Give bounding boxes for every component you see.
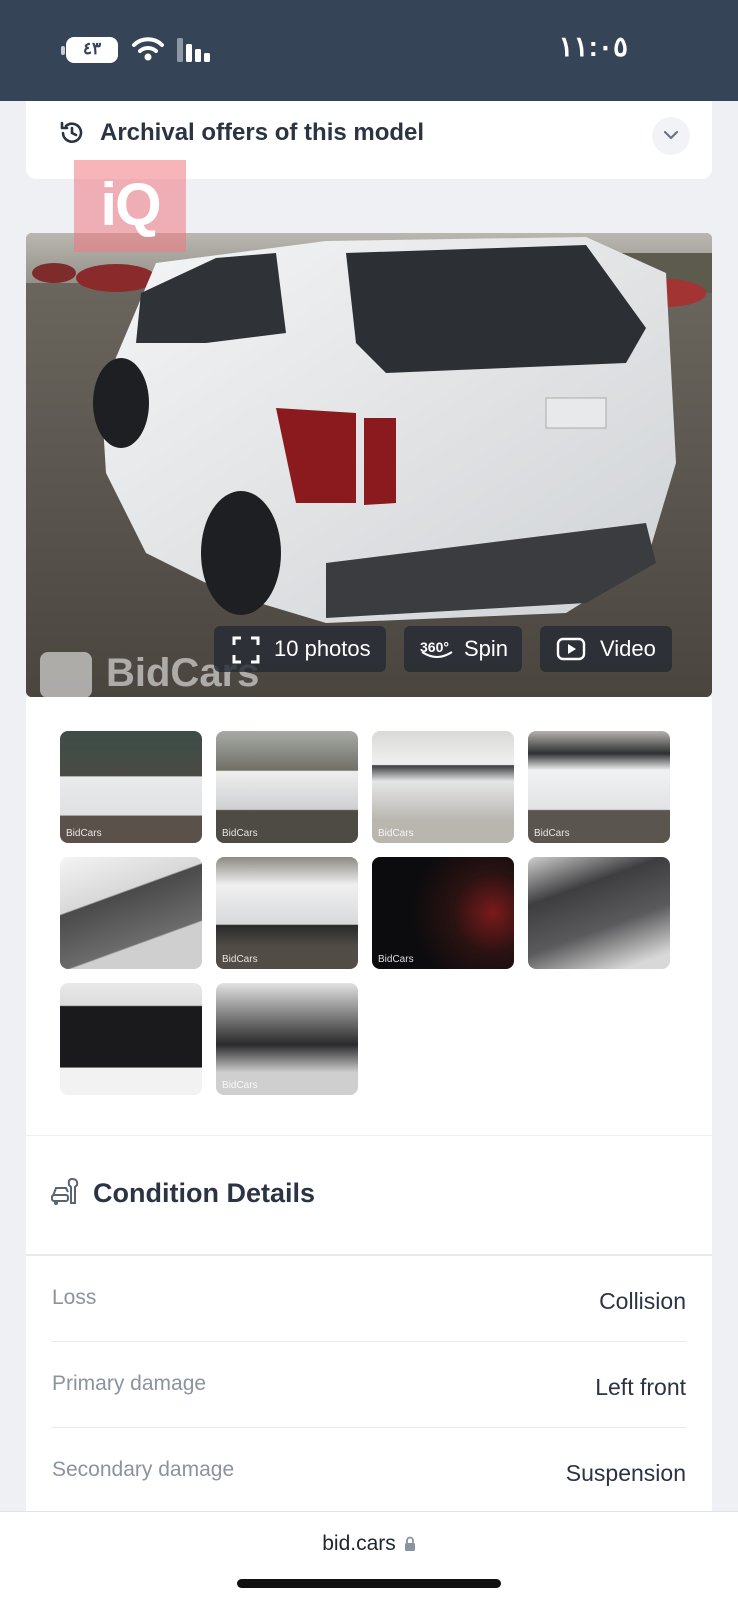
chevron-down-icon <box>663 130 679 140</box>
detail-label: Primary damage <box>52 1372 207 1395</box>
thumbnail-grid: BidCars BidCars BidCars BidCars BidCars … <box>26 697 712 1135</box>
detail-value: Suspension <box>565 1460 686 1486</box>
wifi-icon <box>132 37 164 61</box>
thumbnail[interactable]: BidCars <box>216 857 358 969</box>
thumbnail[interactable] <box>60 983 202 1095</box>
condition-details-title: Condition Details <box>93 1178 315 1208</box>
video-button[interactable]: Video <box>540 626 672 672</box>
url-text: bid.cars <box>322 1532 396 1555</box>
fullscreen-icon <box>232 636 260 664</box>
thumbnail[interactable]: BidCars <box>372 857 514 969</box>
iq-watermark: iQ <box>74 160 186 252</box>
car-wrench-icon <box>51 1177 79 1205</box>
thumbnail[interactable]: BidCars <box>60 731 202 843</box>
thumbnail[interactable]: BidCars <box>216 731 358 843</box>
thumbnail[interactable] <box>528 857 670 969</box>
video-icon <box>556 637 586 661</box>
main-vehicle-photo[interactable]: BidCars 10 photos 360° Spin Video <box>26 233 712 697</box>
browser-bottom-bar: bid.cars <box>0 1511 738 1600</box>
detail-value: Left front <box>595 1374 686 1400</box>
battery-icon: ٤٣ <box>61 37 118 63</box>
spin-label: Spin <box>464 636 509 661</box>
video-label: Video <box>600 636 656 661</box>
detail-row-secondary-damage: Secondary damage Suspension <box>52 1428 686 1514</box>
battery-level: ٤٣ <box>82 39 102 58</box>
detail-value: Collision <box>599 1288 686 1314</box>
photos-label: 10 photos <box>274 636 371 661</box>
thumbnail[interactable]: BidCars <box>216 983 358 1095</box>
spin-360-icon: 360° <box>420 639 449 655</box>
thumbnail[interactable]: BidCars <box>372 731 514 843</box>
expand-archival-button[interactable] <box>652 117 690 155</box>
detail-label: Loss <box>52 1286 97 1309</box>
status-time: ١١:٠٥ <box>558 31 628 62</box>
spin-arc-icon <box>421 651 453 658</box>
condition-details-panel: Condition Details Loss Collision Primary… <box>26 1136 712 1511</box>
thumbnail[interactable] <box>60 857 202 969</box>
thumbnail[interactable]: BidCars <box>528 731 670 843</box>
signal-icon <box>177 38 210 62</box>
address-bar[interactable]: bid.cars <box>0 1532 738 1556</box>
lock-icon <box>404 1536 415 1551</box>
detail-row-primary-damage: Primary damage Left front <box>52 1342 686 1428</box>
condition-details-header: Condition Details <box>26 1136 712 1256</box>
spin-button[interactable]: 360° Spin <box>404 626 522 672</box>
history-icon <box>60 121 83 143</box>
photos-button[interactable]: 10 photos <box>214 626 386 672</box>
detail-label: Secondary damage <box>52 1458 235 1481</box>
status-bar: ٤٣ ١١:٠٥ <box>0 0 738 101</box>
detail-row-loss: Loss Collision <box>52 1256 686 1342</box>
archival-offers-title: Archival offers of this model <box>100 119 425 146</box>
home-indicator[interactable] <box>237 1579 501 1588</box>
